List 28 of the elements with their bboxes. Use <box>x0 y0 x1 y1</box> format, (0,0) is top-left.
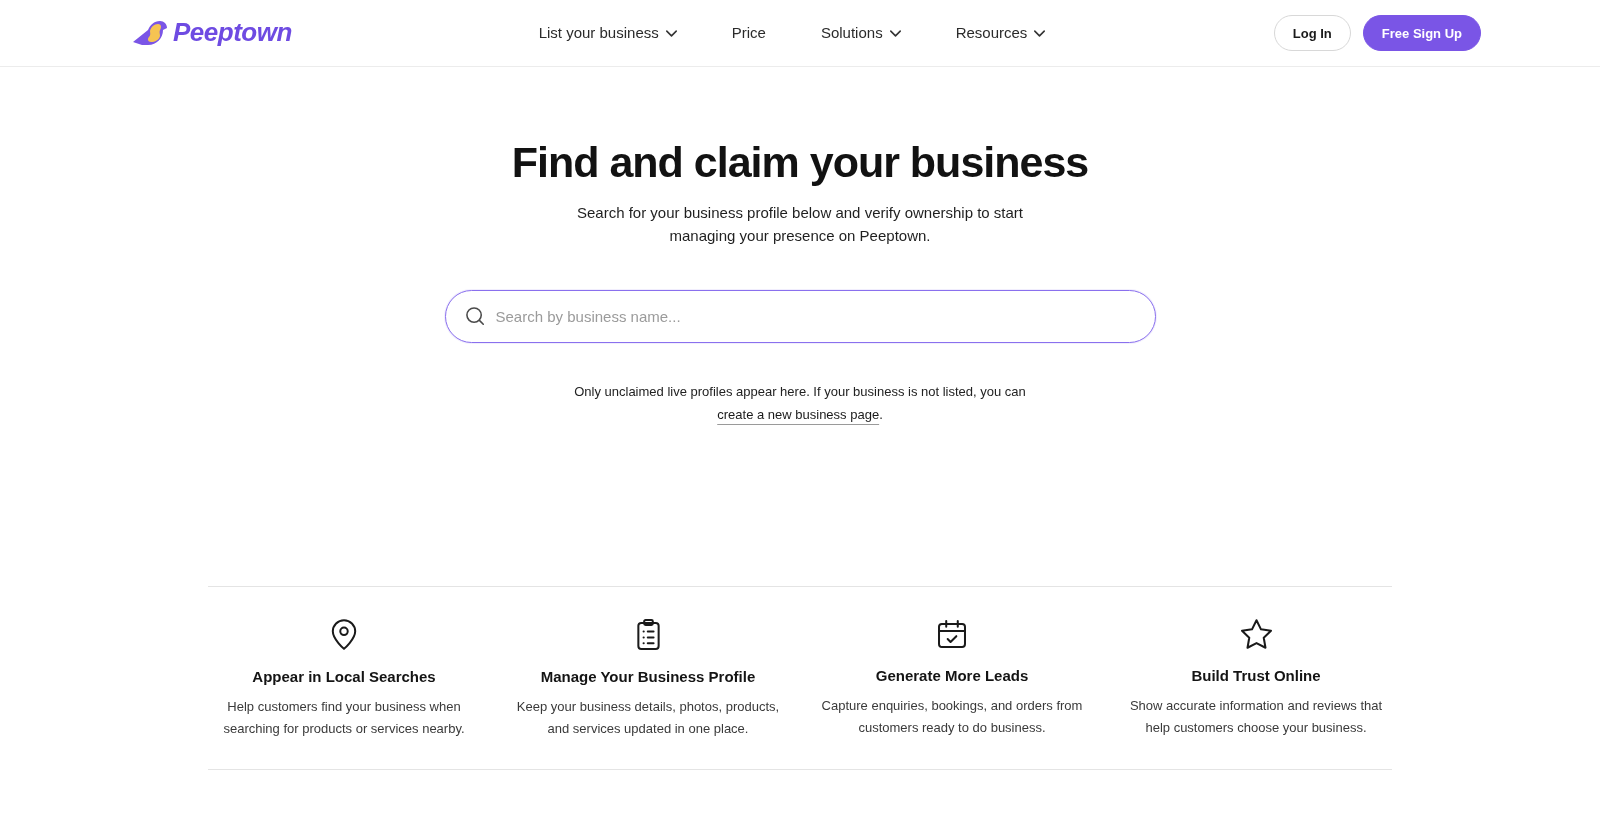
feature-description: Capture enquiries, bookings, and orders from customers ready to do business. <box>820 697 1084 737</box>
logo-text[interactable]: Peeptown <box>173 17 292 49</box>
feature-title: Build Trust Online <box>1191 666 1321 686</box>
feature-title: Appear in Local Searches <box>252 667 436 687</box>
hero-subtitle: Search for your business profile below and verify ownership to start managing your presence on Peeptown. <box>575 203 1025 246</box>
note-text: Only unclaimed live profiles appear here. If your business is not listed, you can create a new business page. <box>573 383 1027 424</box>
feature-description: Keep your business details, photos, products, and services updated in one place. <box>515 698 781 738</box>
feature-description: Show accurate information and reviews that help customers choose your business. <box>1128 697 1384 737</box>
caret-icon <box>1034 29 1046 37</box>
feature-title: Generate More Leads <box>875 666 1029 686</box>
caret-icon <box>665 29 677 37</box>
map-pin-icon <box>331 619 357 650</box>
login-button[interactable]: Log In <box>1273 15 1351 51</box>
calendar-check-icon <box>938 619 966 649</box>
star-icon <box>1240 619 1272 649</box>
page-heading: Find and claim your business <box>511 137 1089 188</box>
nav-dropdown[interactable]: Solutions <box>820 21 901 45</box>
caret-icon <box>889 29 901 37</box>
feature-description: Help customers find your business when searching for products or services nearby. <box>222 698 466 738</box>
bird-logo-icon[interactable] <box>133 19 169 47</box>
clipboard-list-icon <box>635 619 661 650</box>
search-icon <box>465 307 484 325</box>
nav-link[interactable]: Price <box>731 21 766 45</box>
nav-dropdown[interactable]: Resources <box>955 21 1046 45</box>
nav-dropdown[interactable]: List your business <box>538 21 677 45</box>
signup-button[interactable]: Free Sign Up <box>1362 15 1481 51</box>
feature-title: Manage Your Business Profile <box>540 667 756 687</box>
search-field[interactable]: Search by business name... <box>444 290 1156 343</box>
